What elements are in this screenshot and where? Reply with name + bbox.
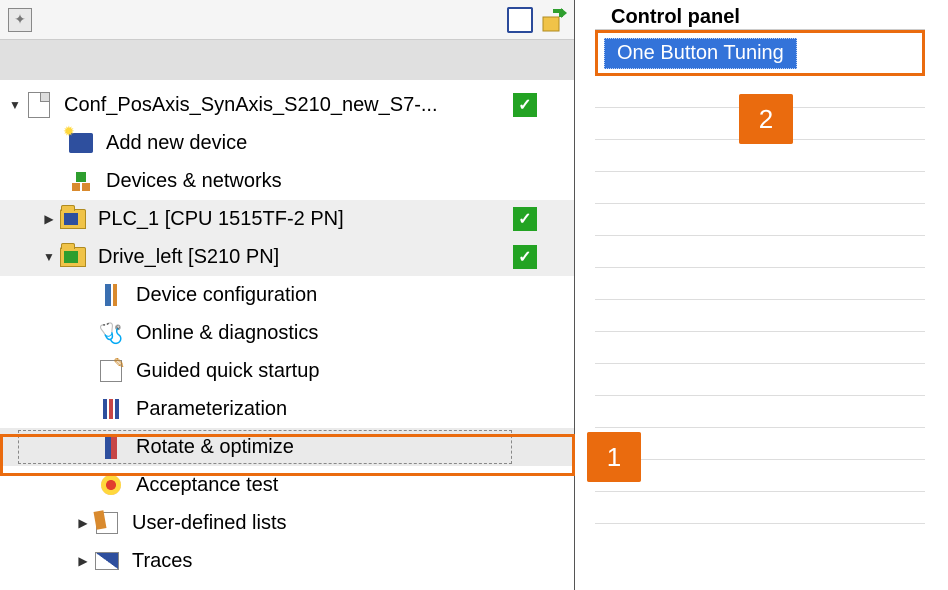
separator-bar <box>0 40 574 80</box>
drive-folder-icon <box>58 242 88 272</box>
tree-guided[interactable]: Guided quick startup <box>0 352 574 390</box>
export-icon[interactable] <box>540 6 568 34</box>
check-icon: ✓ <box>513 207 537 231</box>
list-item <box>595 492 925 524</box>
list-item <box>595 300 925 332</box>
device-config-icon <box>96 280 126 310</box>
tree-add-device-label: Add new device <box>106 132 509 155</box>
list-item <box>595 268 925 300</box>
add-device-icon <box>66 128 96 158</box>
caret-right-icon[interactable]: ▶ <box>40 212 58 226</box>
tree-add-device[interactable]: Add new device <box>0 124 574 162</box>
app-icon[interactable]: ✦ <box>6 6 34 34</box>
list-item <box>595 428 925 460</box>
tree-devices-networks[interactable]: Devices & networks <box>0 162 574 200</box>
list-item <box>595 332 925 364</box>
tree-rotate-label: Rotate & optimize <box>136 436 509 459</box>
annotation-badge-2: 2 <box>739 94 793 144</box>
tree-diagnostics-label: Online & diagnostics <box>136 322 509 345</box>
list-item <box>595 172 925 204</box>
tree-user-lists[interactable]: ▶ User-defined lists <box>0 504 574 542</box>
tree-root-label: Conf_PosAxis_SynAxis_S210_new_S7-... <box>64 94 509 117</box>
list-item <box>595 364 925 396</box>
rotate-icon <box>96 432 126 462</box>
tree-parameterization-label: Parameterization <box>136 398 509 421</box>
list-item <box>595 236 925 268</box>
parameterization-icon <box>96 394 126 424</box>
control-panel-header: Control panel <box>595 0 925 30</box>
list-item <box>595 460 925 492</box>
list-item <box>595 140 925 172</box>
annotation-badge-1: 1 <box>587 432 641 482</box>
caret-right-icon[interactable]: ▶ <box>74 554 92 568</box>
tree-root[interactable]: ▼ Conf_PosAxis_SynAxis_S210_new_S7-... ✓ <box>0 86 574 124</box>
list-item <box>595 204 925 236</box>
one-button-tuning-button[interactable]: One Button Tuning <box>604 38 797 69</box>
tree-plc-label: PLC_1 [CPU 1515TF-2 PN] <box>98 208 509 231</box>
tree-acceptance-label: Acceptance test <box>136 474 509 497</box>
check-icon: ✓ <box>513 93 537 117</box>
tree-plc[interactable]: ▶ PLC_1 [CPU 1515TF-2 PN] ✓ <box>0 200 574 238</box>
check-icon: ✓ <box>513 245 537 269</box>
tree-user-lists-label: User-defined lists <box>132 512 509 535</box>
tree-guided-label: Guided quick startup <box>136 360 509 383</box>
acceptance-icon <box>96 470 126 500</box>
tree-drive[interactable]: ▼ Drive_left [S210 PN] ✓ <box>0 238 574 276</box>
caret-down-icon[interactable]: ▼ <box>40 250 58 264</box>
tree-drive-label: Drive_left [S210 PN] <box>98 246 509 269</box>
traces-icon <box>92 546 122 576</box>
right-panel: Control panel One Button Tuning <box>575 0 948 590</box>
project-icon <box>24 90 54 120</box>
project-tree: ▼ Conf_PosAxis_SynAxis_S210_new_S7-... ✓… <box>0 80 574 590</box>
annotation-highlight-2: One Button Tuning <box>595 30 925 76</box>
diagnostics-icon: 🩺 <box>96 318 126 348</box>
lists-icon <box>92 508 122 538</box>
guided-icon <box>96 356 126 386</box>
toolbar: ✦ <box>0 0 574 40</box>
plc-folder-icon <box>58 204 88 234</box>
list-item <box>595 396 925 428</box>
properties-icon[interactable] <box>506 6 534 34</box>
tree-rotate-optimize[interactable]: Rotate & optimize <box>0 428 574 466</box>
tree-traces-label: Traces <box>132 550 509 573</box>
tree-diagnostics[interactable]: 🩺 Online & diagnostics <box>0 314 574 352</box>
tree-device-config[interactable]: Device configuration <box>0 276 574 314</box>
caret-down-icon[interactable]: ▼ <box>6 98 24 112</box>
tree-acceptance[interactable]: Acceptance test <box>0 466 574 504</box>
tree-traces[interactable]: ▶ Traces <box>0 542 574 580</box>
network-icon <box>66 166 96 196</box>
tree-device-config-label: Device configuration <box>136 284 509 307</box>
tree-devices-networks-label: Devices & networks <box>106 170 509 193</box>
caret-right-icon[interactable]: ▶ <box>74 516 92 530</box>
tree-parameterization[interactable]: Parameterization <box>0 390 574 428</box>
